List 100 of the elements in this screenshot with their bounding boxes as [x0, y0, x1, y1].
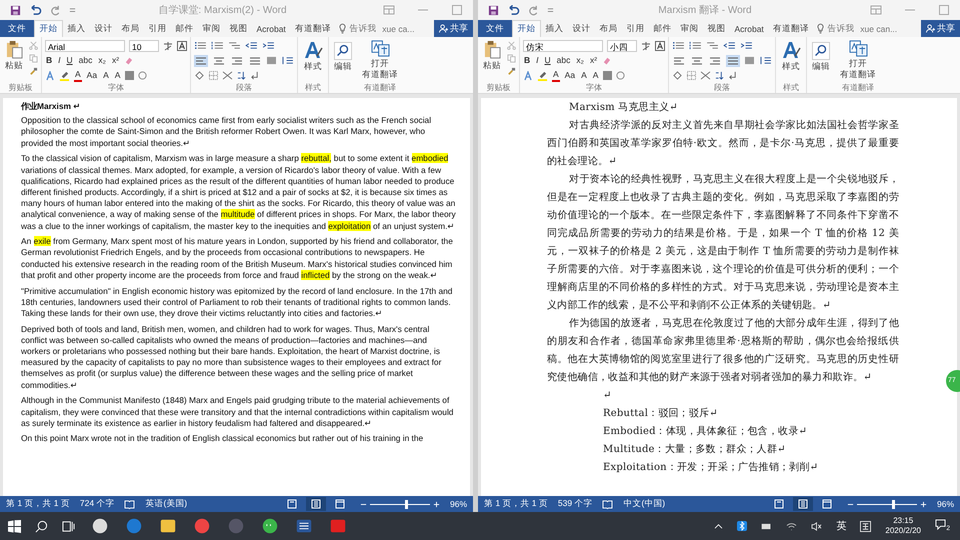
undo-icon[interactable] [29, 4, 42, 16]
font-size-field[interactable]: 10 [129, 40, 159, 52]
font-name-field[interactable]: Arial [45, 40, 125, 52]
app-icon[interactable] [91, 517, 109, 535]
font-size-field[interactable]: 小四 [607, 40, 637, 52]
ribbon-tab[interactable]: 文件 [478, 20, 512, 37]
bullets-icon[interactable] [194, 41, 207, 50]
save-icon[interactable] [10, 4, 21, 16]
line-spacing-icon[interactable] [281, 56, 294, 65]
format-button[interactable]: x₂ [575, 55, 585, 66]
ribbon-tab[interactable]: 布局 [117, 20, 144, 37]
ribbon-tab[interactable]: 审阅 [198, 20, 225, 37]
share-button[interactable]: 共享 [921, 20, 960, 37]
ribbon-tab[interactable]: 有道翻译 [290, 20, 336, 37]
format-button[interactable]: Aa [564, 70, 576, 81]
format-button[interactable]: A [114, 70, 122, 81]
sort-icon[interactable] [715, 71, 724, 80]
bullets-icon[interactable] [672, 41, 685, 50]
ribbon-tab[interactable]: 插入 [541, 20, 568, 37]
customize-icon[interactable] [547, 6, 554, 14]
increase-indent-icon[interactable] [262, 41, 275, 50]
tell-me-button[interactable]: 告诉我 [824, 20, 858, 37]
zoom-in-icon[interactable] [920, 500, 927, 508]
format-button[interactable]: A [74, 69, 82, 82]
ribbon-tab[interactable]: Acrobat [252, 20, 290, 37]
ribbon-tab[interactable]: 审阅 [676, 20, 703, 37]
editing-button[interactable]: 编辑 [332, 41, 354, 72]
text-effect-icon[interactable] [45, 70, 55, 80]
borders-icon[interactable] [687, 71, 696, 80]
font-name-field[interactable]: 仿宋 [523, 40, 603, 52]
format-button[interactable]: A [552, 69, 560, 82]
clock[interactable]: 23:15 2020/2/20 [885, 516, 921, 536]
paragraph-mark-icon[interactable] [728, 71, 737, 80]
ribbon-tab[interactable]: 文件 [0, 20, 34, 37]
format-button[interactable]: A [102, 70, 110, 81]
share-button[interactable]: 共享 [434, 20, 473, 37]
search-icon[interactable] [35, 520, 48, 532]
book-icon[interactable] [602, 500, 614, 508]
youdao-button[interactable]: 打开 有道翻译 [838, 39, 878, 80]
ribbon-tab[interactable]: 开始 [34, 20, 63, 37]
ribbon-tab[interactable]: 邮件 [171, 20, 198, 37]
app-icon[interactable] [295, 517, 313, 535]
enclose-icon[interactable] [616, 71, 626, 80]
shading-icon[interactable] [125, 71, 134, 80]
align-button[interactable] [194, 54, 208, 66]
multilevel-list-icon[interactable] [706, 41, 719, 50]
numbering-icon[interactable] [689, 41, 702, 50]
format-button[interactable]: x₂ [97, 55, 107, 66]
language-indicator[interactable]: 英语(美国) [145, 498, 188, 510]
ribbon-tab[interactable]: 设计 [568, 20, 595, 37]
ribbon-tab[interactable]: Acrobat [730, 20, 768, 37]
align-button[interactable] [708, 54, 722, 66]
paragraph-mark-icon[interactable] [250, 71, 259, 80]
phonetic-icon[interactable] [163, 40, 173, 50]
char-border-icon[interactable] [177, 40, 187, 50]
zoom-in-icon[interactable] [432, 500, 440, 508]
save-icon[interactable] [488, 4, 499, 16]
battery-icon[interactable] [761, 522, 772, 530]
align-button[interactable] [212, 54, 226, 66]
phonetic-icon[interactable] [641, 40, 651, 50]
brush-icon[interactable] [507, 67, 516, 76]
bluetooth-icon[interactable] [737, 521, 748, 531]
borders-icon[interactable] [209, 71, 218, 80]
numbering-icon[interactable] [211, 41, 224, 50]
ribbon-tab[interactable]: 开始 [512, 20, 541, 37]
sort-icon[interactable] [237, 71, 246, 80]
highlighter-icon[interactable] [537, 70, 548, 81]
format-button[interactable]: I [535, 55, 540, 66]
format-button[interactable]: abc [556, 55, 572, 66]
speaker-muted-icon[interactable] [811, 522, 822, 530]
book-icon[interactable] [124, 500, 136, 508]
redo-icon[interactable] [50, 4, 61, 16]
account-button[interactable]: xue ca... [379, 20, 418, 37]
align-button[interactable] [672, 54, 686, 66]
format-button[interactable]: A [592, 70, 600, 81]
ribbon-tab[interactable]: 引用 [144, 20, 171, 37]
paste-button[interactable]: 粘贴 [481, 39, 503, 71]
word-count[interactable]: 724 个字 [80, 498, 114, 510]
start-icon[interactable] [8, 520, 21, 532]
ribbon-tab[interactable]: 有道翻译 [768, 20, 814, 37]
format-button[interactable]: B [523, 55, 532, 66]
enclose-icon[interactable] [138, 71, 148, 80]
page-count[interactable]: 第 1 页，共 1 页 [484, 498, 548, 510]
align-button[interactable] [248, 54, 262, 66]
line-spacing-icon[interactable] [759, 56, 772, 65]
ribbon-tab[interactable]: 引用 [622, 20, 649, 37]
align-button[interactable] [726, 54, 740, 66]
format-button[interactable]: I [57, 55, 62, 66]
align-button[interactable] [230, 54, 244, 66]
format-button[interactable]: B [45, 55, 54, 66]
decrease-indent-icon[interactable] [723, 41, 736, 50]
wifi-icon[interactable] [786, 522, 798, 530]
ribbon-tab[interactable]: 布局 [595, 20, 622, 37]
multilevel-list-icon[interactable] [228, 41, 241, 50]
view-button[interactable] [792, 497, 813, 511]
ribbon-tab[interactable]: 设计 [90, 20, 117, 37]
zoom-thumb[interactable] [892, 500, 895, 508]
word-count[interactable]: 539 个字 [558, 498, 592, 510]
redo-icon[interactable] [528, 4, 539, 16]
align-button[interactable] [690, 54, 704, 66]
